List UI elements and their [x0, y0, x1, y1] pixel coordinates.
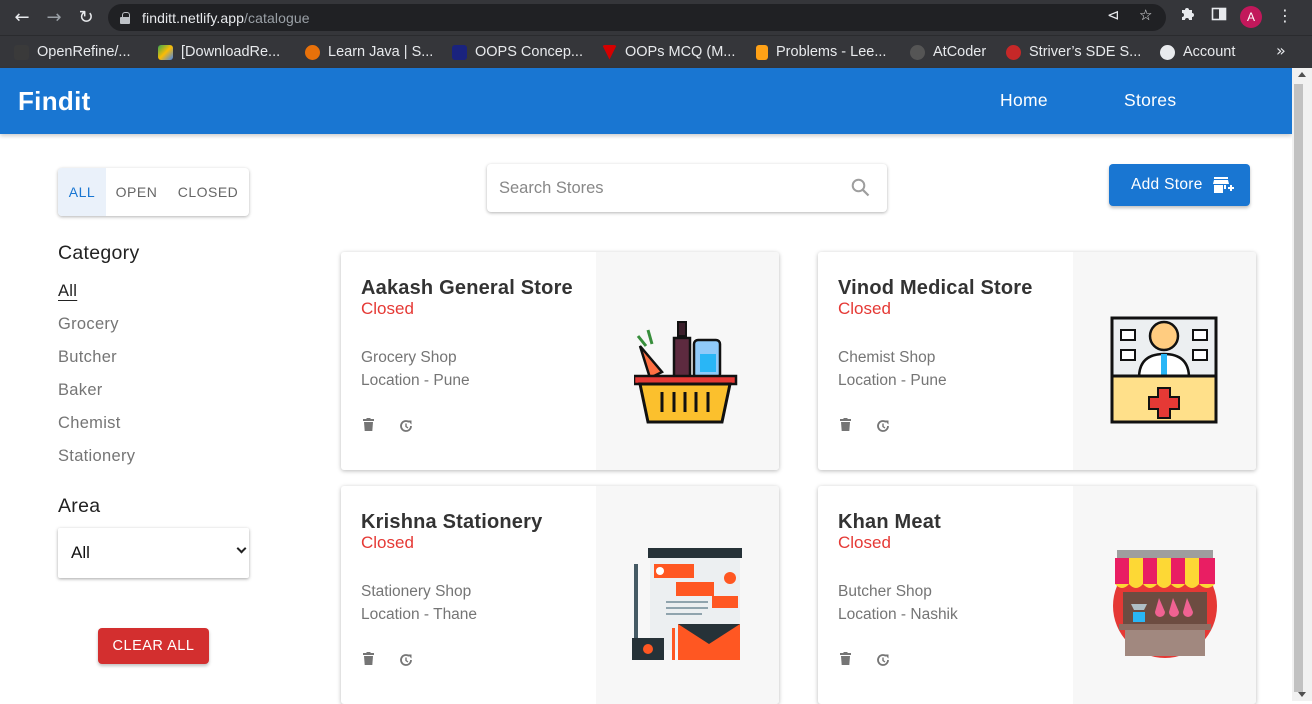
lock-icon [120, 11, 130, 24]
bookmark-item[interactable]: Problems - Lee... [756, 42, 886, 62]
forward-arrow-icon[interactable]: → [44, 7, 64, 28]
leetcode-icon [756, 44, 768, 60]
area-heading: Area [58, 495, 101, 517]
add-store-button[interactable]: Add Store [1109, 164, 1250, 206]
add-business-icon [1212, 177, 1234, 193]
menu-kebab-icon[interactable]: ⋮ [1277, 6, 1293, 25]
store-card[interactable]: Krishna Stationery Closed Stationery Sho… [341, 486, 779, 704]
store-image-pane [1073, 486, 1256, 704]
category-heading: Category [58, 242, 140, 264]
store-card[interactable]: Aakash General Store Closed Grocery Shop… [341, 252, 779, 470]
globe-icon [1160, 44, 1175, 60]
store-status: Closed [361, 299, 414, 318]
extensions-puzzle-icon[interactable] [1179, 6, 1195, 26]
tab-closed[interactable]: CLOSED [167, 168, 249, 216]
store-card[interactable]: Khan Meat Closed Butcher Shop Location -… [818, 486, 1256, 704]
stationery-icon [632, 548, 742, 660]
category-all[interactable]: All [58, 282, 77, 301]
bookmark-item[interactable]: Account [1160, 42, 1235, 62]
grocery-basket-icon [634, 321, 738, 424]
delete-icon[interactable] [840, 652, 851, 665]
side-panel-icon[interactable] [1211, 6, 1227, 26]
store-type: Butcher Shop [838, 583, 932, 600]
store-location: Location - Pune [838, 372, 947, 389]
category-baker[interactable]: Baker [58, 381, 103, 400]
store-name: Aakash General Store [361, 277, 573, 299]
store-name: Vinod Medical Store [838, 277, 1033, 299]
bookmark-item[interactable]: AtCoder [910, 42, 986, 62]
back-arrow-icon[interactable]: ← [12, 7, 32, 28]
chemist-icon [1110, 316, 1218, 424]
browser-toolbar: ← → ↻ finditt.netlify.app/catalogue ⊲ ☆ … [0, 0, 1312, 35]
delete-icon[interactable] [363, 652, 374, 665]
scrollbar-thumb[interactable] [1294, 84, 1303, 692]
store-image-pane [1073, 252, 1256, 470]
bookmark-item[interactable]: Learn Java | S... [305, 42, 433, 62]
update-icon[interactable] [875, 418, 891, 434]
store-type: Stationery Shop [361, 583, 472, 600]
update-icon[interactable] [398, 652, 414, 668]
store-type: Chemist Shop [838, 349, 936, 366]
add-store-label: Add Store [1131, 176, 1203, 193]
tab-all[interactable]: ALL [58, 168, 106, 216]
area-select-value: All [71, 543, 90, 562]
drive-icon [158, 44, 173, 60]
bookmark-item[interactable]: OOPS Concep... [452, 42, 583, 62]
scroll-down-arrow-icon[interactable] [1298, 692, 1306, 697]
app-header: Findit Home Stores [0, 68, 1292, 134]
update-icon[interactable] [875, 652, 891, 668]
update-icon[interactable] [398, 418, 414, 434]
chevron-down-icon [236, 543, 247, 554]
share-icon[interactable]: ⊲ [1107, 6, 1120, 24]
search-input[interactable]: Search Stores [499, 179, 604, 198]
reload-icon[interactable]: ↻ [76, 7, 96, 28]
page-scrollbar[interactable] [1292, 68, 1312, 701]
profile-avatar[interactable]: A [1240, 6, 1262, 28]
bookmark-item[interactable]: OOPs MCQ (M... [602, 42, 735, 62]
scroll-up-arrow-icon[interactable] [1298, 72, 1306, 77]
area-select[interactable]: All [58, 528, 249, 578]
store-status: Closed [838, 533, 891, 552]
bookmark-favicon-icon [14, 44, 29, 60]
store-status: Closed [361, 533, 414, 552]
bookmark-favicon-icon [305, 44, 320, 60]
store-location: Location - Thane [361, 606, 478, 623]
store-name: Khan Meat [838, 511, 941, 533]
address-bar[interactable]: finditt.netlify.app/catalogue [108, 4, 1166, 31]
bookmark-favicon-icon [1006, 44, 1021, 60]
tab-open[interactable]: OPEN [106, 168, 167, 216]
category-butcher[interactable]: Butcher [58, 348, 117, 367]
delete-icon[interactable] [363, 418, 374, 431]
bookmark-item[interactable]: [DownloadRe... [158, 42, 280, 62]
nav-stores[interactable]: Stores [1124, 90, 1176, 111]
brand-logo[interactable]: Findit [18, 86, 91, 117]
atcoder-icon [910, 44, 925, 60]
search-box[interactable]: Search Stores [487, 164, 887, 212]
bookmark-favicon-icon [452, 44, 467, 60]
bookmarks-overflow-icon[interactable]: » [1276, 41, 1286, 60]
bookmark-favicon-icon [602, 44, 617, 60]
bookmark-star-icon[interactable]: ☆ [1139, 6, 1152, 24]
delete-icon[interactable] [840, 418, 851, 431]
status-filter-toggle: ALL OPEN CLOSED [58, 168, 249, 216]
store-type: Grocery Shop [361, 349, 457, 366]
category-chemist[interactable]: Chemist [58, 414, 121, 433]
store-image-pane [596, 486, 779, 704]
category-grocery[interactable]: Grocery [58, 315, 119, 334]
nav-home[interactable]: Home [1000, 90, 1048, 111]
search-icon[interactable] [851, 178, 870, 197]
store-location: Location - Pune [361, 372, 470, 389]
store-card[interactable]: Vinod Medical Store Closed Chemist Shop … [818, 252, 1256, 470]
bookmarks-bar: OpenRefine/... [DownloadRe... Learn Java… [0, 35, 1312, 68]
category-stationery[interactable]: Stationery [58, 447, 135, 466]
butcher-shop-icon [1113, 550, 1217, 658]
store-location: Location - Nashik [838, 606, 958, 623]
store-status: Closed [838, 299, 891, 318]
store-image-pane [596, 252, 779, 470]
url-text: finditt.netlify.app/catalogue [142, 9, 310, 26]
store-name: Krishna Stationery [361, 511, 543, 533]
bookmark-item[interactable]: Striver’s SDE S... [1006, 42, 1141, 62]
bookmark-item[interactable]: OpenRefine/... [14, 42, 131, 62]
clear-all-button[interactable]: CLEAR ALL [98, 628, 209, 664]
